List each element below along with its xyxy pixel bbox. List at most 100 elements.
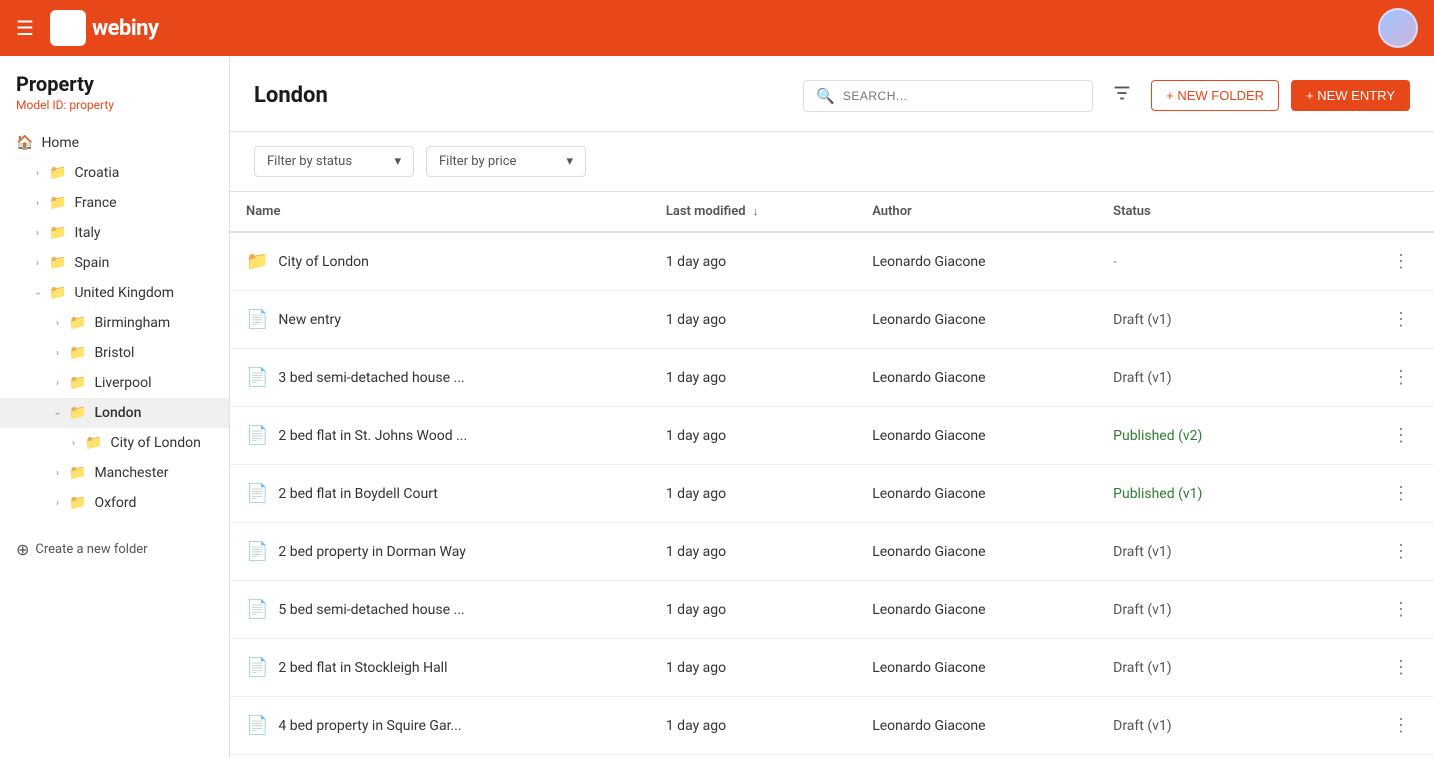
logo-text: webiny <box>92 16 159 41</box>
more-actions-button[interactable]: ⋮ <box>1384 421 1418 450</box>
more-actions-button[interactable]: ⋮ <box>1384 653 1418 682</box>
sidebar-item-manchester[interactable]: › 📁 Manchester <box>0 458 229 488</box>
sidebar-item-united-kingdom[interactable]: › 📁 United Kingdom <box>0 278 229 308</box>
sidebar-item-label: Italy <box>74 225 100 241</box>
more-actions-button[interactable]: ⋮ <box>1384 711 1418 740</box>
cell-author: Leonardo Giacone <box>856 465 1097 523</box>
more-actions-button[interactable]: ⋮ <box>1384 479 1418 508</box>
sidebar-item-oxford[interactable]: › 📁 Oxford <box>0 488 229 518</box>
cell-actions: ⋮ <box>1325 407 1434 465</box>
cell-modified: 1 day ago <box>650 232 856 291</box>
sidebar-item-label: Oxford <box>94 495 136 511</box>
more-actions-button[interactable]: ⋮ <box>1384 537 1418 566</box>
cell-author: Leonardo Giacone <box>856 349 1097 407</box>
entry-name: New entry <box>278 312 341 328</box>
sidebar-item-label: Croatia <box>74 165 119 181</box>
cell-status: Draft (v1) <box>1097 291 1324 349</box>
col-last-modified[interactable]: Last modified ↓ <box>650 192 856 232</box>
cell-author: Leonardo Giacone <box>856 697 1097 755</box>
sidebar-item-label: London <box>94 405 141 421</box>
more-actions-button[interactable]: ⋮ <box>1384 363 1418 392</box>
cell-name: 📁 City of London <box>230 232 650 291</box>
sort-icon: ↓ <box>753 205 759 218</box>
folder-icon: 📁 <box>69 465 86 481</box>
more-actions-button[interactable]: ⋮ <box>1384 595 1418 624</box>
entry-name: 2 bed flat in Boydell Court <box>278 486 437 502</box>
sidebar-title: Property <box>16 72 213 96</box>
filter-icon-button[interactable] <box>1105 76 1139 115</box>
create-folder-button[interactable]: ⊕ Create a new folder <box>0 530 229 569</box>
sidebar-item-liverpool[interactable]: › 📁 Liverpool <box>0 368 229 398</box>
avatar[interactable] <box>1378 8 1418 48</box>
table-row: 📄 2 bed flat in Boydell Court 1 day ago … <box>230 465 1434 523</box>
sidebar-item-label: Home <box>41 135 79 151</box>
sidebar-item-spain[interactable]: › 📁 Spain <box>0 248 229 278</box>
doc-icon: 📄 <box>246 309 268 330</box>
table-row: 📄 2 bed flat in Shannon Place 1 day ago … <box>230 755 1434 758</box>
doc-icon: 📄 <box>246 715 268 736</box>
folder-icon: 📁 <box>69 345 86 361</box>
plus-circle-icon: ⊕ <box>16 540 29 559</box>
folder-icon: 📁 <box>85 435 102 451</box>
folder-icon: 📁 <box>49 195 66 211</box>
header-actions: 🔍 + NEW FOLDER + NEW ENTRY <box>803 76 1410 115</box>
sidebar-item-home[interactable]: 🏠 Home <box>0 128 229 158</box>
cell-author: Leonardo Giacone <box>856 291 1097 349</box>
filter-by-price[interactable]: Filter by price ▾ <box>426 146 586 177</box>
cell-modified: 1 day ago <box>650 697 856 755</box>
search-box: 🔍 <box>803 80 1093 112</box>
sidebar-item-italy[interactable]: › 📁 Italy <box>0 218 229 248</box>
cell-actions: ⋮ <box>1325 465 1434 523</box>
cell-status: Published (v2) <box>1097 407 1324 465</box>
folder-icon: 📁 <box>69 315 86 331</box>
sidebar-item-france[interactable]: › 📁 France <box>0 188 229 218</box>
doc-icon: 📄 <box>246 657 268 678</box>
cell-actions: ⋮ <box>1325 232 1434 291</box>
cell-author: Leonardo Giacone <box>856 755 1097 758</box>
sidebar-item-label: Manchester <box>94 465 168 481</box>
entry-name: 2 bed flat in St. Johns Wood ... <box>278 428 467 444</box>
chevron-icon: › <box>56 498 59 509</box>
hamburger-icon[interactable]: ☰ <box>16 16 34 40</box>
cell-name: 📄 2 bed flat in Boydell Court <box>230 465 650 523</box>
cell-name: 📄 5 bed semi-detached house ... <box>230 581 650 639</box>
entry-name: 3 bed semi-detached house ... <box>278 370 464 386</box>
cell-actions: ⋮ <box>1325 639 1434 697</box>
new-folder-button[interactable]: + NEW FOLDER <box>1151 80 1279 111</box>
sidebar-item-label: Bristol <box>94 345 134 361</box>
doc-icon: 📄 <box>246 425 268 446</box>
entry-name: City of London <box>278 254 368 270</box>
folder-icon: 📁 <box>69 405 86 421</box>
entries-table: Name Last modified ↓ Author Status 📁 Cit… <box>230 192 1434 758</box>
table-row: 📁 City of London 1 day ago Leonardo Giac… <box>230 232 1434 291</box>
table-row: 📄 2 bed flat in St. Johns Wood ... 1 day… <box>230 407 1434 465</box>
more-actions-button[interactable]: ⋮ <box>1384 305 1418 334</box>
filter-by-status[interactable]: Filter by status ▾ <box>254 146 414 177</box>
cell-actions: ⋮ <box>1325 581 1434 639</box>
cell-name: 📄 New entry <box>230 291 650 349</box>
entry-name: 2 bed property in Dorman Way <box>278 544 465 560</box>
new-entry-button[interactable]: + NEW ENTRY <box>1291 80 1410 111</box>
chevron-icon: › <box>56 468 59 479</box>
doc-icon: 📄 <box>246 367 268 388</box>
sidebar-item-croatia[interactable]: › 📁 Croatia <box>0 158 229 188</box>
cell-modified: 1 day ago <box>650 407 856 465</box>
col-name: Name <box>230 192 650 232</box>
entry-name: 2 bed flat in Stockleigh Hall <box>278 660 447 676</box>
cell-author: Leonardo Giacone <box>856 639 1097 697</box>
table-row: 📄 5 bed semi-detached house ... 1 day ag… <box>230 581 1434 639</box>
entry-name: 4 bed property in Squire Gar... <box>278 718 461 734</box>
cell-modified: 1 day ago <box>650 755 856 758</box>
sidebar-item-city-of-london[interactable]: › 📁 City of London <box>0 428 229 458</box>
sidebar-item-london[interactable]: › 📁 London <box>0 398 229 428</box>
cell-actions: ⋮ <box>1325 697 1434 755</box>
more-actions-button[interactable]: ⋮ <box>1384 247 1418 276</box>
cell-status: Unpublished (v1) <box>1097 755 1324 758</box>
home-icon: 🏠 <box>16 135 33 151</box>
sidebar-item-bristol[interactable]: › 📁 Bristol <box>0 338 229 368</box>
sidebar-item-birmingham[interactable]: › 📁 Birmingham <box>0 308 229 338</box>
cell-actions: ⋮ <box>1325 755 1434 758</box>
cell-status: - <box>1097 232 1324 291</box>
search-input[interactable] <box>843 89 1080 103</box>
sidebar-item-label: Spain <box>74 255 109 271</box>
